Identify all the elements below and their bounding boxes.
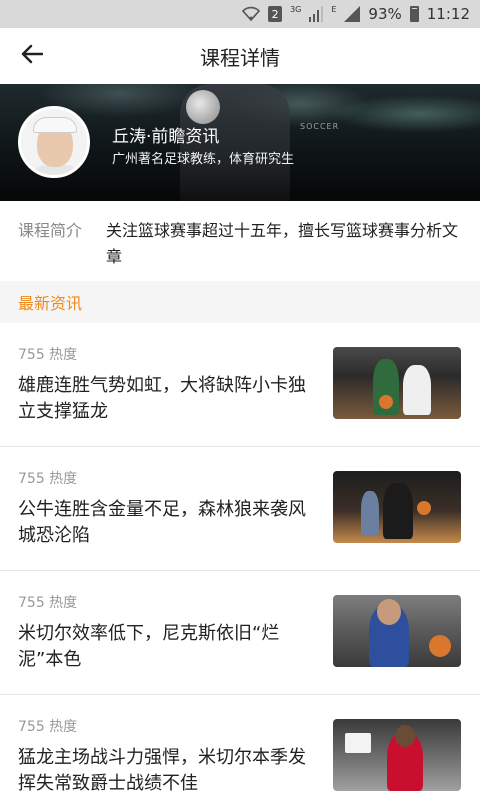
news-list: 755 热度 雄鹿连胜气势如虹，大将缺阵小卡独立支撑猛龙 755 热度 公牛连胜… bbox=[0, 323, 480, 800]
basketball bbox=[429, 635, 451, 657]
news-thumbnail bbox=[333, 595, 461, 667]
wifi-icon bbox=[242, 6, 261, 22]
course-intro: 课程简介 关注篮球赛事超过十五年，擅长写篮球赛事分析文章 bbox=[0, 201, 480, 281]
news-thumbnail bbox=[333, 471, 461, 543]
battery-icon bbox=[409, 6, 419, 22]
intro-text: 关注篮球赛事超过十五年，擅长写篮球赛事分析文章 bbox=[106, 221, 459, 266]
signal-icon bbox=[344, 6, 361, 22]
signal-icon bbox=[309, 6, 324, 22]
stadium-ad-text: SOCCER bbox=[300, 122, 340, 131]
player-figure bbox=[361, 491, 379, 535]
news-title: 公牛连胜含金量不足，森林狼来袭风城恐沦陷 bbox=[18, 499, 306, 546]
page-title: 课程详情 bbox=[200, 45, 280, 70]
battery-percent: 93% bbox=[368, 5, 402, 23]
news-item[interactable]: 755 热度 雄鹿连胜气势如虹，大将缺阵小卡独立支撑猛龙 bbox=[0, 323, 480, 447]
player-figure bbox=[383, 483, 413, 539]
section-title: 最新资讯 bbox=[18, 294, 83, 313]
news-title: 米切尔效率低下，尼克斯依旧“烂泥”本色 bbox=[18, 623, 280, 670]
network-e-label: E bbox=[331, 4, 337, 14]
intro-label: 课程简介 bbox=[18, 221, 83, 240]
player-figure bbox=[403, 365, 431, 415]
news-heat: 755 热度 bbox=[18, 719, 78, 735]
news-heat: 755 热度 bbox=[18, 471, 78, 487]
news-item[interactable]: 755 热度 公牛连胜含金量不足，森林狼来袭风城恐沦陷 bbox=[0, 447, 480, 571]
avatar[interactable] bbox=[18, 106, 90, 178]
player-head bbox=[377, 599, 401, 625]
news-thumbnail bbox=[333, 347, 461, 419]
app-header: 课程详情 bbox=[0, 28, 480, 84]
news-title: 雄鹿连胜气势如虹，大将缺阵小卡独立支撑猛龙 bbox=[18, 375, 306, 422]
back-button[interactable] bbox=[14, 40, 50, 72]
soccer-ball bbox=[186, 90, 220, 124]
player-head bbox=[395, 725, 415, 747]
news-thumbnail bbox=[333, 719, 461, 791]
latest-news-header: 最新资讯 bbox=[0, 281, 480, 323]
teacher-banner: SOCCER 丘涛·前瞻资讯 广州著名足球教练，体育研究生 bbox=[0, 84, 480, 201]
arrow-left-icon bbox=[21, 44, 44, 68]
sim-badge: 2 bbox=[268, 6, 283, 22]
teacher-description: 广州著名足球教练，体育研究生 bbox=[112, 152, 295, 167]
basketball bbox=[379, 395, 393, 409]
teacher-name: 丘涛·前瞻资讯 bbox=[112, 127, 220, 147]
avatar-cap bbox=[33, 117, 77, 133]
news-item[interactable]: 755 热度 猛龙主场战斗力强悍，米切尔本季发挥失常致爵士战绩不佳 bbox=[0, 695, 480, 800]
news-title: 猛龙主场战斗力强悍，米切尔本季发挥失常致爵士战绩不佳 bbox=[18, 747, 306, 794]
news-heat: 755 热度 bbox=[18, 595, 78, 611]
status-bar: 2 3G E 93% 11:12 bbox=[0, 0, 480, 28]
news-item[interactable]: 755 热度 米切尔效率低下，尼克斯依旧“烂泥”本色 bbox=[0, 571, 480, 695]
news-heat: 755 热度 bbox=[18, 347, 78, 363]
status-time: 11:12 bbox=[426, 5, 470, 23]
network-3g-label: 3G bbox=[290, 4, 302, 14]
basketball bbox=[417, 501, 431, 515]
basketball-hoop bbox=[345, 733, 371, 753]
